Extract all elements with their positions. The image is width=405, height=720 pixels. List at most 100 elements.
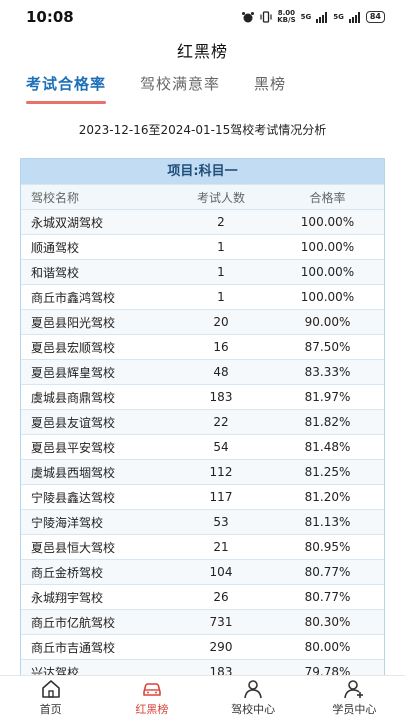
bottom-nav: 首页 红黑榜 驾校中心 学员中心 — [0, 675, 405, 720]
exam-count-cell: 53 — [213, 515, 229, 529]
table-header-row: 驾校名称 考试人数 合格率 — [21, 184, 384, 209]
pass-rate-cell: 100.00% — [300, 290, 355, 304]
school-name-cell: 夏邑县宏顺驾校 — [31, 340, 116, 355]
nav-student-center-label: 学员中心 — [332, 703, 377, 716]
report-subtitle: 2023-12-16至2024-01-15驾校考试情况分析 — [78, 123, 327, 137]
exam-count-cell: 1 — [217, 240, 225, 254]
table-row: 虞城县商鼎驾校 183 81.97% — [21, 384, 384, 409]
pass-rate-cell: 81.13% — [304, 515, 351, 529]
home-icon — [41, 680, 60, 698]
table-row: 虞城县西堌驾校 112 81.25% — [21, 459, 384, 484]
table-row: 夏邑县平安驾校 54 81.48% — [21, 434, 384, 459]
pass-rate-cell: 100.00% — [300, 265, 355, 279]
status-bar: 10:08 8.00 KB/S 5G 5G 84 — [0, 0, 405, 34]
exam-count-cell: 21 — [213, 540, 229, 554]
school-name-cell: 顺通驾校 — [31, 240, 80, 255]
school-user-icon — [244, 680, 262, 699]
table-row: 夏邑县阳光驾校 20 90.00% — [21, 309, 384, 334]
school-name-cell: 虞城县商鼎驾校 — [31, 390, 116, 405]
pass-rate-cell: 87.50% — [304, 340, 351, 354]
school-name-cell: 宁陵海洋驾校 — [31, 515, 104, 530]
table-row: 顺通驾校 1 100.00% — [21, 234, 384, 259]
exam-count-cell: 26 — [213, 590, 229, 604]
school-name-cell: 和谐驾校 — [31, 265, 80, 280]
school-name-cell: 夏邑县恒大驾校 — [31, 540, 116, 555]
pass-rate-cell: 80.77% — [304, 590, 351, 604]
pass-rate-cell: 80.77% — [304, 565, 351, 579]
school-name-cell: 虞城县西堌驾校 — [31, 465, 116, 480]
signal-icon — [316, 11, 328, 23]
nav-bar: 红黑榜 — [0, 34, 405, 66]
school-name-cell: 夏邑县平安驾校 — [31, 440, 116, 455]
school-name-cell: 永城双湖驾校 — [31, 215, 104, 230]
signal-icon-2 — [348, 11, 360, 23]
page-title: 红黑榜 — [176, 42, 228, 61]
school-name-cell: 商丘金桥驾校 — [31, 565, 104, 580]
table-row: 商丘市吉通驾校 290 80.00% — [21, 634, 384, 659]
school-name-cell: 商丘市亿航驾校 — [31, 615, 116, 630]
school-name-cell: 夏邑县辉皇驾校 — [31, 365, 116, 380]
table-title: 项目:科目一 — [21, 159, 384, 184]
exam-count-cell: 20 — [213, 315, 229, 329]
exam-count-cell: 183 — [209, 390, 233, 404]
table-row: 夏邑县友谊驾校 22 81.82% — [21, 409, 384, 434]
tab-pass-rate[interactable]: 考试合格率 — [26, 66, 107, 106]
school-name-cell: 商丘市吉通驾校 — [31, 640, 116, 655]
pass-rate-cell: 90.00% — [304, 315, 351, 329]
signal-label-2: 5G — [333, 13, 344, 21]
pass-rate-cell: 81.25% — [304, 465, 351, 479]
exam-count-cell: 2 — [217, 215, 225, 229]
exam-count-cell: 22 — [213, 415, 229, 429]
nav-home[interactable]: 首页 — [0, 676, 101, 720]
pass-rate-cell: 80.00% — [304, 640, 351, 654]
status-time: 10:08 — [26, 8, 74, 26]
tab-bar: 考试合格率 驾校满意率 黑榜 — [0, 66, 405, 106]
pass-rate-cell: 81.82% — [304, 415, 351, 429]
table-row: 永城翔宇驾校 26 80.77% — [21, 584, 384, 609]
pass-rate-cell: 80.30% — [304, 615, 351, 629]
column-header-count: 考试人数 — [196, 190, 245, 205]
table-row: 商丘金桥驾校 104 80.77% — [21, 559, 384, 584]
nav-red-black-list[interactable]: 红黑榜 — [101, 676, 202, 720]
nav-school-center-label: 驾校中心 — [231, 703, 276, 716]
table-row: 永城双湖驾校 2 100.00% — [21, 209, 384, 234]
pass-rate-cell: 81.97% — [304, 390, 351, 404]
pass-rate-cell: 100.00% — [300, 215, 355, 229]
exam-count-cell: 1 — [217, 265, 225, 279]
exam-count-cell: 48 — [213, 365, 229, 379]
exam-count-cell: 104 — [209, 565, 233, 579]
exam-count-cell: 16 — [213, 340, 229, 354]
nav-home-label: 首页 — [39, 703, 62, 716]
column-header-rate: 合格率 — [309, 190, 346, 205]
alarm-icon — [242, 12, 255, 23]
net-speed: 8.00 KB/S — [277, 9, 296, 24]
exam-count-cell: 112 — [209, 465, 233, 479]
vibrate-icon — [260, 11, 272, 23]
table-row: 和谐驾校 1 100.00% — [21, 259, 384, 284]
school-name-cell: 夏邑县阳光驾校 — [31, 315, 116, 330]
table-row: 宁陵海洋驾校 53 81.13% — [21, 509, 384, 534]
pass-rate-cell: 83.33% — [304, 365, 351, 379]
battery-icon: 84 — [365, 11, 385, 23]
table-row: 夏邑县宏顺驾校 16 87.50% — [21, 334, 384, 359]
student-user-icon — [344, 680, 364, 699]
nav-school-center[interactable]: 驾校中心 — [203, 676, 304, 720]
tab-satisfaction[interactable]: 驾校满意率 — [140, 66, 220, 106]
exam-count-cell: 290 — [209, 640, 233, 654]
table-row: 商丘市亿航驾校 731 80.30% — [21, 609, 384, 634]
exam-count-cell: 117 — [209, 490, 233, 504]
exam-count-cell: 54 — [213, 440, 229, 454]
table-row: 商丘市鑫鸿驾校 1 100.00% — [21, 284, 384, 309]
status-icons: 8.00 KB/S 5G 5G 84 — [241, 10, 385, 24]
nav-red-black-list-label: 红黑榜 — [135, 703, 169, 716]
pass-rate-cell: 100.00% — [300, 240, 355, 254]
tab-blacklist[interactable]: 黑榜 — [254, 66, 286, 106]
exam-count-cell: 1 — [217, 290, 225, 304]
pass-rate-cell: 81.20% — [304, 490, 351, 504]
table-row: 夏邑县恒大驾校 21 80.95% — [21, 534, 384, 559]
car-icon — [143, 683, 161, 696]
school-name-cell: 商丘市鑫鸿驾校 — [31, 290, 116, 305]
school-name-cell: 宁陵县鑫达驾校 — [31, 490, 116, 505]
exam-count-cell: 731 — [209, 615, 233, 629]
nav-student-center[interactable]: 学员中心 — [304, 676, 405, 720]
